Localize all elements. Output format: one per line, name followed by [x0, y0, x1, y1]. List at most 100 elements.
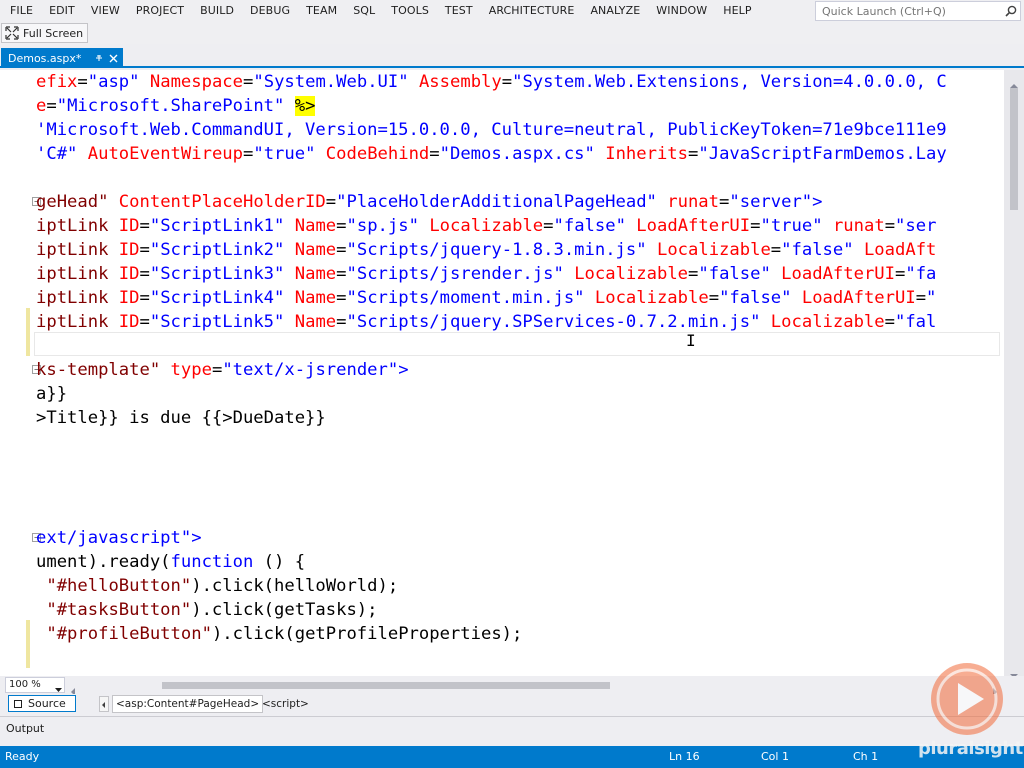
code-token: Namespace: [149, 72, 244, 92]
menu-item-architecture[interactable]: ARCHITECTURE: [481, 0, 583, 22]
code-line[interactable]: "#helloButton").click(helloWorld);: [36, 574, 398, 598]
search-icon[interactable]: [1002, 2, 1020, 20]
horizontal-scrollbar[interactable]: [70, 678, 1004, 696]
code-token: ID: [118, 240, 140, 260]
scrollbar-thumb[interactable]: [162, 682, 610, 689]
code-line[interactable]: iptLink ID="ScriptLink4" Name="Scripts/m…: [36, 286, 936, 310]
code-line[interactable]: iptLink ID="ScriptLink1" Name="sp.js" Lo…: [36, 214, 936, 238]
code-line[interactable]: "#profileButton").click(getProfileProper…: [36, 622, 522, 646]
code-token: "#helloButton": [46, 576, 192, 596]
breadcrumb-item[interactable]: <asp:Content#PageHead>: [112, 695, 264, 713]
code-token: iptLink: [36, 312, 109, 332]
code-text[interactable]: efix="asp" Namespace="System.Web.UI" Ass…: [36, 70, 1002, 670]
code-line[interactable]: a}}: [36, 382, 67, 406]
menu-item-team[interactable]: TEAM: [298, 0, 345, 22]
full-screen-icon: [5, 26, 19, 40]
menu-item-help[interactable]: HELP: [715, 0, 759, 22]
menu-item-window[interactable]: WINDOW: [648, 0, 715, 22]
menu-item-project[interactable]: PROJECT: [128, 0, 192, 22]
menu-item-build[interactable]: BUILD: [192, 0, 242, 22]
code-token: =: [719, 192, 730, 212]
code-token: ).click(helloWorld);: [191, 576, 399, 596]
tab-demos-aspx[interactable]: Demos.aspx*: [1, 48, 124, 68]
code-token: ContentPlaceHolderID: [118, 192, 326, 212]
pin-icon[interactable]: [93, 52, 105, 64]
breadcrumb-item[interactable]: <script>: [262, 696, 309, 712]
quick-launch-input[interactable]: [816, 4, 1002, 18]
code-token: "ScriptLink2": [149, 240, 285, 260]
menu-item-tools[interactable]: TOOLS: [383, 0, 437, 22]
code-token: 'C#": [36, 144, 78, 164]
code-line[interactable]: "#tasksButton").click(getTasks);: [36, 598, 377, 622]
scrollbar-thumb[interactable]: [1010, 88, 1018, 210]
code-token: Localizable: [429, 216, 544, 236]
menu-item-test[interactable]: TEST: [437, 0, 481, 22]
code-line[interactable]: ext/javascript">: [36, 526, 202, 550]
code-token: =: [429, 144, 440, 164]
menu-item-debug[interactable]: DEBUG: [242, 0, 298, 22]
code-token: Name: [294, 240, 337, 260]
status-bar: Ready Ln 16 Col 1 Ch 1: [0, 746, 1024, 768]
code-token: =: [139, 312, 150, 332]
full-screen-label: Full Screen: [23, 26, 84, 40]
menu-item-analyze[interactable]: ANALYZE: [582, 0, 648, 22]
code-line[interactable]: iptLink ID="ScriptLink3" Name="Scripts/j…: [36, 262, 936, 286]
code-line[interactable]: >Title}} is due {{>DueDate}}: [36, 406, 326, 430]
code-line[interactable]: iptLink ID="ScriptLink2" Name="Scripts/j…: [36, 238, 936, 262]
menu-item-file[interactable]: FILE: [0, 0, 41, 22]
quick-launch[interactable]: [815, 1, 1021, 21]
menu-item-edit[interactable]: EDIT: [41, 0, 83, 22]
code-token: Name: [294, 312, 337, 332]
code-token: a}}: [36, 384, 68, 404]
code-editor[interactable]: − − − efix="asp" Namespace="System.Web.U…: [0, 70, 1024, 676]
code-token: =: [884, 216, 896, 236]
code-token: "sp.js": [346, 216, 419, 236]
code-token: "false": [553, 216, 626, 236]
status-ready: Ready: [5, 750, 40, 763]
source-view-button[interactable]: Source: [8, 695, 76, 712]
menu-item-view[interactable]: VIEW: [83, 0, 128, 22]
document-tab-strip: Demos.aspx*: [0, 46, 1024, 68]
code-line[interactable]: ks-template" type="text/x-jsrender">: [36, 358, 409, 382]
code-line[interactable]: efix="asp" Namespace="System.Web.UI" Ass…: [36, 70, 947, 94]
code-token: =: [543, 216, 554, 236]
code-line[interactable]: 'C#" AutoEventWireup="true" CodeBehind="…: [36, 142, 947, 166]
full-screen-button[interactable]: Full Screen: [1, 23, 89, 43]
code-token: "Scripts/jquery-1.8.3.min.js": [346, 240, 647, 260]
vertical-scrollbar[interactable]: [1004, 70, 1024, 678]
menu-item-sql[interactable]: SQL: [345, 0, 383, 22]
close-icon[interactable]: [107, 52, 119, 64]
code-token: "Microsoft.SharePoint": [56, 96, 285, 116]
code-token: type: [170, 360, 212, 380]
code-line[interactable]: 'Microsoft.Web.CommandUI, Version=15.0.0…: [36, 118, 947, 142]
code-line[interactable]: geHead" ContentPlaceHolderID="PlaceHolde…: [36, 190, 823, 214]
code-line[interactable]: ument).ready(function () {: [36, 550, 305, 574]
output-tab[interactable]: Output: [6, 722, 44, 735]
breadcrumb-left-arrow[interactable]: [99, 696, 109, 712]
code-token: "JavaScriptFarmDemos.Lay: [698, 144, 947, 164]
code-token: 'Microsoft.Web.CommandUI, Version=15.0.0…: [36, 120, 947, 140]
code-line[interactable]: iptLink ID="ScriptLink5" Name="Scripts/j…: [36, 310, 936, 334]
code-line[interactable]: e="Microsoft.SharePoint" %>: [36, 94, 316, 118]
code-token: =: [770, 240, 782, 260]
code-token: ext/javascript": [36, 528, 192, 548]
code-token: ": [926, 288, 937, 308]
code-token: AutoEventWireup: [87, 144, 243, 164]
zoom-dropdown[interactable]: 100 %: [5, 677, 65, 693]
tab-label: Demos.aspx*: [8, 51, 82, 65]
code-token: ID: [118, 264, 140, 284]
code-token: Localizable: [656, 240, 771, 260]
code-token: iptLink: [36, 264, 109, 284]
code-token: "#profileButton": [46, 624, 212, 644]
code-token: LoadAfterUI: [781, 264, 895, 284]
